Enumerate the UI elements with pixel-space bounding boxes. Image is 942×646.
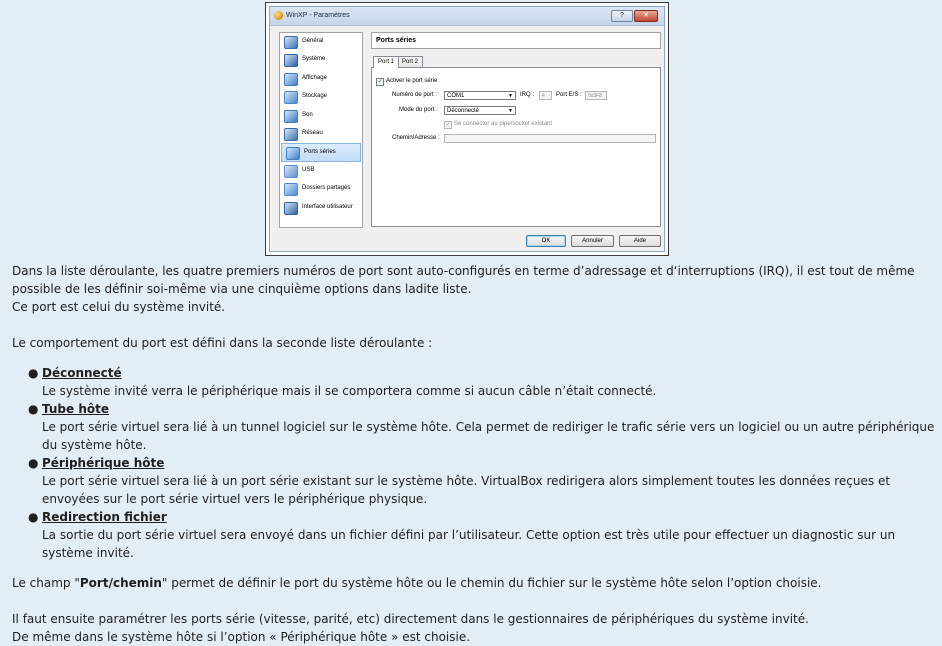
sidebar-item-shared-folder[interactable]: Dossiers partagés bbox=[280, 180, 362, 198]
paragraph-dropdown-3: Ce port est celui du système invité. bbox=[12, 300, 226, 314]
term-host-device: Périphérique hôte bbox=[42, 456, 165, 470]
paragraph-dropdown-2: possible de les définir soi-même via une… bbox=[12, 282, 472, 296]
paragraph-configure-2: De même dans le système hôte si l’option… bbox=[12, 630, 471, 644]
user-interface-icon bbox=[284, 201, 298, 215]
port-path-text-a: Le champ " bbox=[12, 576, 80, 590]
storage-icon bbox=[284, 91, 298, 105]
desc-host-device-2: envoyées sur le port série virtuel vers … bbox=[42, 492, 428, 506]
paragraph-port-behaviour: Le comportement du port est défini dans … bbox=[12, 336, 433, 350]
bullet-icon: ● bbox=[28, 456, 39, 470]
sidebar-item-label: Réseau bbox=[302, 129, 323, 136]
sidebar-item-user-interface[interactable]: Interface utilisateur bbox=[280, 199, 362, 217]
desc-file-redirect-1: La sortie du port série virtuel sera env… bbox=[42, 528, 896, 542]
screenshot-image: WinXP - Paramètres ? ✕ Général Système Affi… bbox=[265, 2, 669, 256]
port-mode-label: Mode du port : bbox=[399, 107, 438, 113]
pipe-label: Se connecter au pipe/socket existant bbox=[454, 121, 553, 127]
path-field[interactable] bbox=[444, 134, 656, 143]
port-mode-value: Déconnecté bbox=[447, 108, 480, 114]
desc-disconnected-1: Le système invité verra le périphérique … bbox=[42, 384, 657, 398]
dialog-title: WinXP - Paramètres bbox=[286, 12, 350, 19]
bullet-icon: ● bbox=[28, 510, 39, 524]
irq-field[interactable]: 4 bbox=[539, 91, 552, 100]
shared-folder-icon bbox=[284, 183, 298, 197]
display-icon bbox=[284, 72, 298, 86]
sidebar-item-label: Système bbox=[302, 56, 326, 63]
sound-icon bbox=[284, 109, 298, 123]
sidebar-item-serial-port[interactable]: Ports séries bbox=[281, 143, 361, 162]
enable-port-checkbox[interactable]: ✓ bbox=[376, 78, 384, 86]
sidebar-item-label: Son bbox=[302, 111, 313, 118]
virtualbox-icon bbox=[274, 11, 283, 20]
desc-host-pipe-1: Le port série virtuel sera lié à un tunn… bbox=[42, 420, 935, 434]
term-host-pipe: Tube hôte bbox=[42, 402, 109, 416]
port-path-text-c: " permet de définir le port du système h… bbox=[161, 576, 822, 590]
window-buttons: ? ✕ bbox=[611, 10, 658, 22]
paragraph-configure-1: Il faut ensuite paramétrer les ports sér… bbox=[12, 612, 809, 626]
pipe-checkbox[interactable]: ✓ bbox=[444, 121, 452, 129]
io-port-field[interactable]: 0x3F8 bbox=[585, 91, 607, 100]
general-icon bbox=[284, 36, 298, 49]
sidebar-item-system[interactable]: Système bbox=[280, 51, 362, 69]
help-window-button[interactable]: ? bbox=[611, 10, 633, 22]
list-item-disconnected: ● Déconnecté Le système invité verra le … bbox=[28, 364, 934, 400]
sidebar-item-usb[interactable]: USB bbox=[280, 162, 362, 180]
sidebar-item-label: Affichage bbox=[302, 74, 327, 81]
desc-file-redirect-2: système invité. bbox=[42, 546, 134, 560]
port-number-value: COM1 bbox=[447, 93, 465, 99]
sidebar-item-sound[interactable]: Son bbox=[280, 107, 362, 125]
list-item-host-pipe: ● Tube hôte Le port série virtuel sera l… bbox=[28, 400, 935, 454]
help-button[interactable]: Aide bbox=[619, 235, 661, 247]
panel-title: Ports séries bbox=[376, 37, 417, 44]
sidebar-item-label: Stockage bbox=[302, 93, 328, 100]
port-number-label: Numéro de port : bbox=[392, 92, 438, 98]
sidebar-item-label: Général bbox=[302, 38, 324, 44]
path-label: Chemin/Adresse : bbox=[392, 135, 440, 141]
irq-label: IRQ : bbox=[520, 92, 535, 98]
port-mode-list: ● Déconnecté Le système invité verra le … bbox=[28, 364, 935, 562]
sidebar-item-label: USB bbox=[302, 166, 315, 173]
port-mode-select[interactable]: Déconnecté ▼ bbox=[444, 106, 516, 115]
dialog-titlebar: WinXP - Paramètres ? ✕ bbox=[270, 7, 664, 26]
bullet-icon: ● bbox=[28, 366, 39, 380]
port-path-term: Port/chemin bbox=[79, 576, 162, 590]
paragraph-dropdown-1: Dans la liste déroulante, les quatre pre… bbox=[12, 264, 915, 278]
sidebar-item-general[interactable]: Général bbox=[280, 33, 362, 51]
term-disconnected: Déconnecté bbox=[42, 366, 122, 380]
ok-button[interactable]: OK bbox=[526, 235, 566, 247]
network-icon bbox=[284, 127, 298, 141]
close-window-button[interactable]: ✕ bbox=[634, 10, 658, 22]
system-icon bbox=[284, 54, 298, 68]
usb-icon bbox=[284, 164, 298, 178]
sidebar-item-label: Dossiers partagés bbox=[302, 185, 351, 192]
io-port-label: Port E/S : bbox=[556, 92, 582, 98]
desc-host-pipe-2: du système hôte. bbox=[42, 438, 147, 452]
panel-header: Ports séries bbox=[371, 32, 661, 49]
chevron-down-icon: ▼ bbox=[508, 108, 513, 114]
cancel-button[interactable]: Annuler bbox=[571, 235, 614, 247]
settings-category-list: Général Système Affichage Stockage Son Réseau… bbox=[279, 32, 363, 228]
term-file-redirect: Redirection fichier bbox=[42, 510, 167, 524]
sidebar-item-network[interactable]: Réseau bbox=[280, 125, 362, 143]
bullet-icon: ● bbox=[28, 402, 39, 416]
serial-port-icon bbox=[286, 147, 300, 161]
settings-dialog: WinXP - Paramètres ? ✕ Général Système Affi… bbox=[269, 6, 665, 252]
paragraph-port-path: Le champ "Port/chemin" permet de définir… bbox=[12, 574, 821, 592]
port-settings-body: ✓ Activer le port série Numéro de port :… bbox=[371, 67, 661, 227]
port-number-select[interactable]: COM1 ▼ bbox=[444, 91, 516, 100]
sidebar-item-storage[interactable]: Stockage bbox=[280, 88, 362, 106]
enable-port-label: Activer le port série bbox=[386, 78, 438, 84]
tab-port-2[interactable]: Port 2 bbox=[397, 56, 423, 67]
desc-host-device-1: Le port série virtuel sera lié à un port… bbox=[42, 474, 891, 488]
sidebar-item-label: Ports séries bbox=[304, 149, 336, 156]
sidebar-item-label: Interface utilisateur bbox=[302, 203, 353, 210]
tab-port-1[interactable]: Port 1 bbox=[373, 56, 399, 68]
sidebar-item-display[interactable]: Affichage bbox=[280, 70, 362, 88]
list-item-file-redirect: ● Redirection fichier La sortie du port … bbox=[28, 508, 934, 562]
chevron-down-icon: ▼ bbox=[508, 93, 513, 99]
list-item-host-device: ● Périphérique hôte Le port série virtue… bbox=[28, 454, 934, 508]
